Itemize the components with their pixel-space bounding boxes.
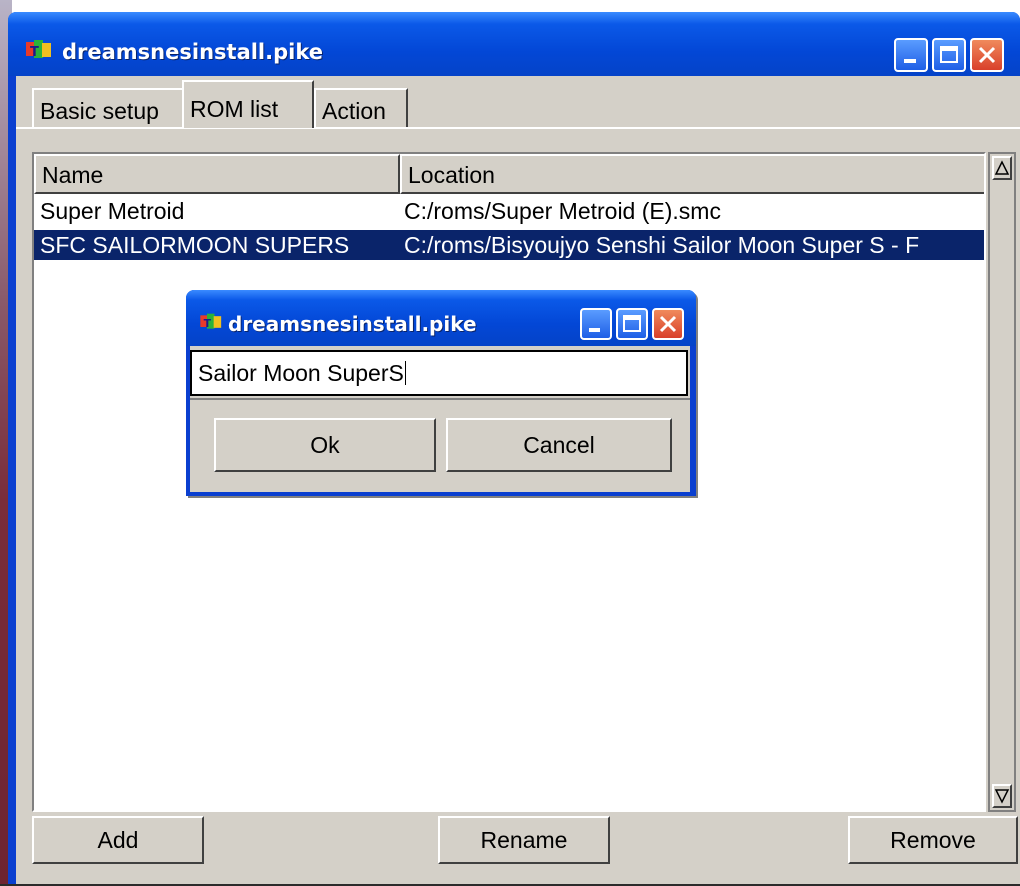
rename-button[interactable]: Rename [438,816,610,864]
button-label: Rename [480,827,568,853]
scroll-down-button[interactable] [992,784,1012,808]
dialog-title-bar[interactable]: T dreamsnesinstall.pike [186,290,696,346]
text-caret [404,361,406,385]
rom-name: Super Metroid [40,198,185,224]
tk-app-icon: T [200,313,222,330]
button-label: Ok [310,432,340,458]
tab-label: Basic setup [40,98,159,124]
tk-app-icon: T [26,40,51,60]
ok-button[interactable]: Ok [214,418,436,472]
button-label: Cancel [523,432,595,458]
tab-divider [16,127,1020,129]
button-label: Remove [890,827,976,853]
tab-action[interactable]: Action [314,88,408,128]
rename-input-value: Sailor Moon SuperS [198,360,404,386]
maximize-icon [623,315,641,332]
svg-text:T: T [204,317,212,330]
close-icon [978,46,996,64]
scroll-up-button[interactable] [992,156,1012,180]
window-title: dreamsnesinstall.pike [62,40,323,64]
rom-location: C:/roms/Super Metroid (E).smc [404,198,721,224]
vertical-scrollbar[interactable] [988,152,1016,812]
close-button[interactable] [970,38,1004,72]
column-header-name[interactable]: Name [34,154,400,194]
table-row-selected[interactable]: SFC SAILORMOON SUPERS C:/roms/Bisyoujyo … [34,230,984,260]
dialog-minimize-button[interactable] [580,308,612,340]
tab-basic-setup[interactable]: Basic setup [32,88,184,128]
minimize-icon [589,328,600,332]
dialog-maximize-button[interactable] [616,308,648,340]
column-header-label: Name [42,162,104,188]
minimize-icon [904,59,916,63]
tab-label: Action [322,98,386,124]
close-icon [659,315,677,333]
arrow-down-icon [994,789,1010,804]
dialog-separator [190,398,690,400]
tab-label: ROM list [190,96,279,122]
rename-input[interactable]: Sailor Moon SuperS [190,350,688,396]
rom-location: C:/roms/Bisyoujyo Senshi Sailor Moon Sup… [404,232,920,258]
table-row[interactable]: Super Metroid C:/roms/Super Metroid (E).… [34,196,984,226]
cancel-button[interactable]: Cancel [446,418,672,472]
title-bar[interactable]: T dreamsnesinstall.pike [8,12,1020,76]
column-header-location[interactable]: Location [400,154,984,194]
rename-dialog: T dreamsnesinstall.pike Sailor Moon Supe… [186,290,696,496]
svg-text:T: T [30,45,39,60]
desktop-background [0,0,1020,12]
maximize-button[interactable] [932,38,966,72]
column-header-label: Location [408,162,495,188]
maximize-icon [940,46,958,63]
add-button[interactable]: Add [32,816,204,864]
remove-button[interactable]: Remove [848,816,1018,864]
dialog-close-button[interactable] [652,308,684,340]
tab-rom-list[interactable]: ROM list [182,80,314,128]
arrow-up-icon [994,160,1010,175]
minimize-button[interactable] [894,38,928,72]
dialog-title: dreamsnesinstall.pike [228,312,477,336]
dialog-client-area: Sailor Moon SuperS Ok Cancel [190,346,690,492]
button-label: Add [97,827,139,853]
rom-name: SFC SAILORMOON SUPERS [40,232,350,258]
